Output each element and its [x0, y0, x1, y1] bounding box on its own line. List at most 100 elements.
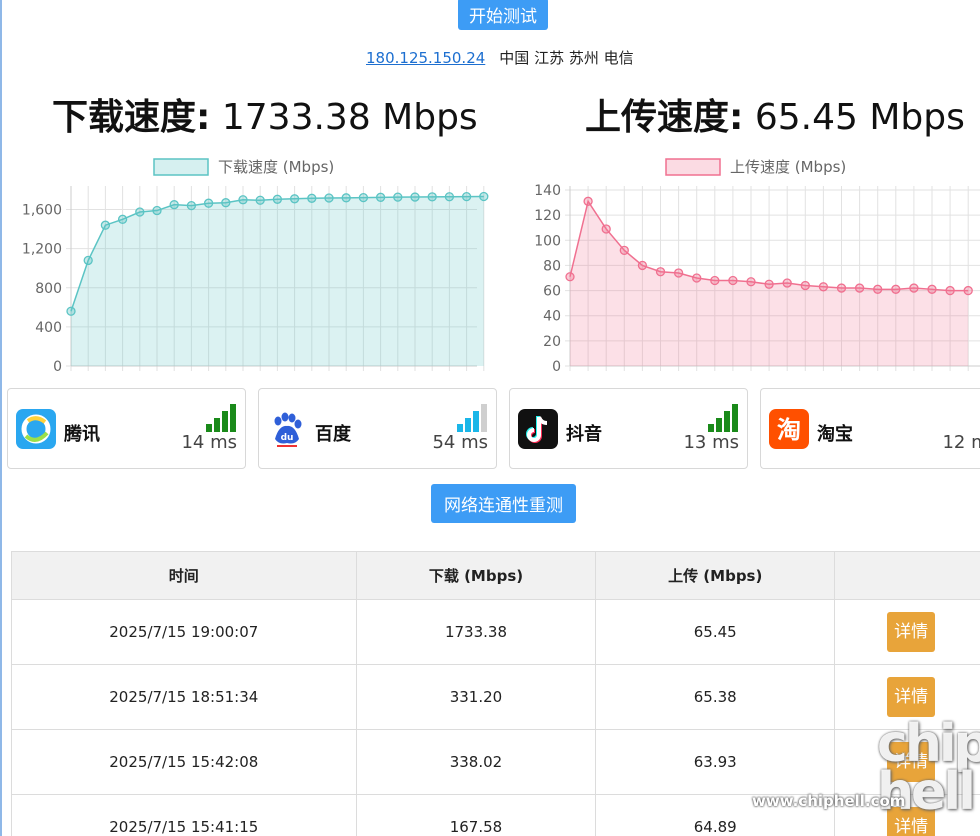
- svg-text:du: du: [281, 433, 294, 443]
- data-point[interactable]: [152, 205, 162, 216]
- cell-time: 2025/7/15 15:42:08: [11, 729, 357, 795]
- data-point[interactable]: [565, 272, 575, 282]
- data-point[interactable]: [479, 191, 489, 202]
- data-point[interactable]: [637, 260, 648, 271]
- y-tick-label: 20: [543, 334, 561, 350]
- data-point[interactable]: [619, 245, 629, 255]
- chart-legend[interactable]: 上传速度 (Mbps): [665, 158, 846, 176]
- data-point[interactable]: [909, 283, 919, 293]
- data-point[interactable]: [427, 192, 437, 202]
- data-point[interactable]: [891, 284, 901, 294]
- data-point[interactable]: [800, 280, 810, 291]
- data-point[interactable]: [272, 194, 283, 204]
- data-point[interactable]: [583, 196, 593, 206]
- y-tick-label: 100: [534, 233, 561, 249]
- data-point[interactable]: [945, 285, 955, 296]
- details-button[interactable]: 详情: [887, 677, 936, 717]
- download-speed-value: 1733.38 Mbps: [221, 97, 478, 138]
- details-button[interactable]: 详情: [887, 612, 936, 652]
- data-point[interactable]: [117, 214, 128, 224]
- window-edge: [0, 0, 2, 836]
- cell-time: 2025/7/15 18:51:34: [11, 664, 357, 730]
- download-speed-label: 下载速度:: [52, 97, 211, 138]
- column-header-download: 下载 (Mbps): [355, 551, 597, 600]
- watermark: chip hell www.chiphell.com: [752, 712, 980, 836]
- data-point[interactable]: [854, 283, 865, 293]
- site-card-tencent: 腾讯 14 ms: [7, 388, 246, 469]
- y-tick-label: 140: [534, 183, 561, 199]
- data-point[interactable]: [746, 277, 756, 287]
- data-point[interactable]: [655, 267, 666, 277]
- column-header-actions: [834, 551, 980, 600]
- douyin-icon: [518, 409, 558, 449]
- site-card-douyin: 抖音 13 ms: [509, 388, 748, 469]
- svg-text:淘: 淘: [777, 416, 801, 444]
- legend-swatch: [153, 158, 209, 176]
- ip-address-link[interactable]: 180.125.150.24: [366, 49, 485, 67]
- data-point[interactable]: [764, 279, 774, 289]
- data-point[interactable]: [673, 268, 684, 278]
- data-point[interactable]: [782, 278, 792, 288]
- data-point[interactable]: [818, 282, 829, 292]
- data-point[interactable]: [100, 220, 111, 230]
- data-point[interactable]: [238, 195, 248, 205]
- signal-strength-icon: [708, 404, 739, 432]
- data-point[interactable]: [289, 194, 300, 204]
- data-point[interactable]: [186, 200, 197, 211]
- site-card-taobao: 淘 淘宝 12 ms: [760, 388, 980, 469]
- table-header-row: 时间 下载 (Mbps) 上传 (Mbps): [11, 551, 980, 600]
- data-point[interactable]: [461, 191, 472, 202]
- data-point[interactable]: [221, 198, 231, 208]
- chart-legend[interactable]: 下载速度 (Mbps): [153, 158, 334, 176]
- series-area: [71, 196, 484, 366]
- download-speed-chart: 下载速度 (Mbps) 0 400 800 1,200 1,600: [0, 150, 490, 375]
- site-name: 淘宝: [817, 424, 853, 445]
- data-point[interactable]: [375, 192, 386, 202]
- data-point[interactable]: [692, 273, 702, 283]
- y-tick-label: 60: [543, 284, 561, 300]
- data-point[interactable]: [83, 255, 93, 266]
- data-point[interactable]: [358, 192, 369, 203]
- download-speed-heading: 下载速度: 1733.38 Mbps: [52, 88, 478, 140]
- data-point[interactable]: [444, 192, 455, 202]
- data-point[interactable]: [341, 193, 351, 203]
- cell-time: 2025/7/15 19:00:07: [11, 599, 357, 665]
- data-point[interactable]: [66, 306, 76, 316]
- y-tick-label: 1,600: [22, 203, 62, 219]
- cell-download: 331.20: [355, 664, 597, 730]
- legend-swatch: [665, 158, 721, 176]
- y-tick-label: 80: [543, 258, 561, 274]
- data-point[interactable]: [307, 193, 317, 203]
- site-latency: 14 ms: [181, 432, 237, 453]
- data-point[interactable]: [410, 192, 420, 202]
- data-point[interactable]: [873, 284, 883, 294]
- cell-actions: 详情: [834, 599, 980, 665]
- column-header-upload: 上传 (Mbps): [595, 551, 836, 600]
- data-point[interactable]: [836, 283, 847, 293]
- watermark-url: www.chiphell.com: [752, 792, 906, 810]
- data-point[interactable]: [963, 285, 973, 296]
- column-header-time: 时间: [11, 551, 357, 600]
- data-point[interactable]: [601, 224, 611, 234]
- data-point[interactable]: [255, 195, 265, 205]
- data-point[interactable]: [393, 192, 403, 202]
- upload-speed-label: 上传速度:: [585, 97, 744, 138]
- signal-strength-icon: [206, 404, 237, 432]
- y-tick-label: 120: [534, 208, 561, 224]
- legend-label: 下载速度 (Mbps): [218, 158, 334, 176]
- data-point[interactable]: [710, 275, 720, 286]
- data-point[interactable]: [728, 275, 738, 286]
- site-latency: 12 ms: [942, 432, 980, 453]
- data-point[interactable]: [169, 200, 179, 210]
- legend-label: 上传速度 (Mbps): [730, 158, 846, 176]
- start-test-button[interactable]: 开始测试: [458, 0, 548, 30]
- data-point[interactable]: [135, 207, 145, 217]
- cell-download: 338.02: [355, 729, 597, 795]
- data-point[interactable]: [203, 198, 214, 208]
- cell-upload: 65.45: [595, 599, 836, 665]
- data-point[interactable]: [324, 193, 334, 203]
- connectivity-retest-button[interactable]: 网络连通性重测: [431, 484, 576, 523]
- data-point[interactable]: [927, 284, 937, 294]
- site-card-baidu: du 百度 54 ms: [258, 388, 497, 469]
- table-row: 2025/7/15 19:00:07 1733.38 65.45 详情: [11, 599, 980, 665]
